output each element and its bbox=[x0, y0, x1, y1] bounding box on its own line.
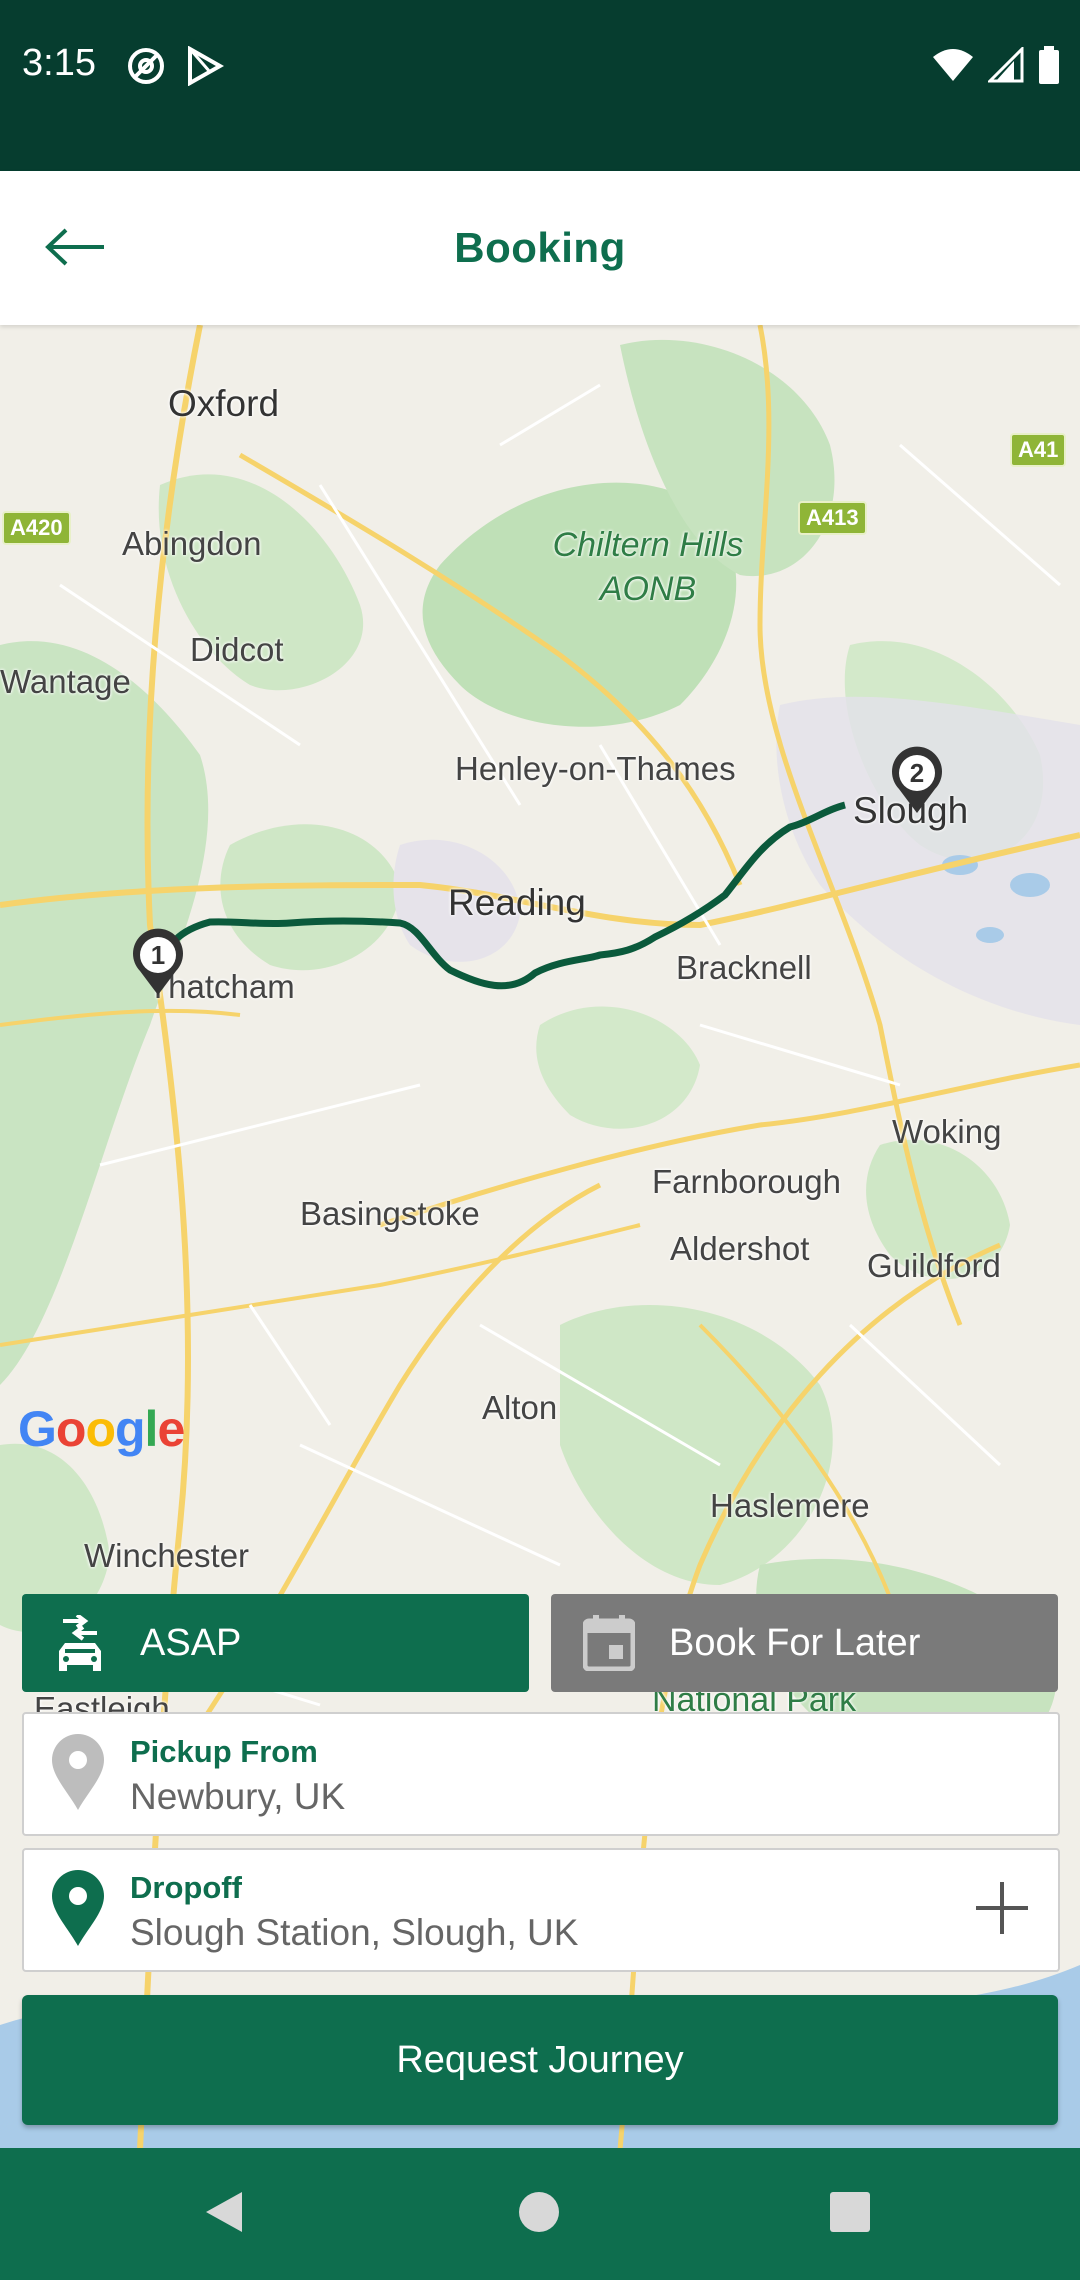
marker-1-icon[interactable]: 1 bbox=[130, 927, 186, 997]
play-store-icon bbox=[186, 45, 225, 91]
dropoff-location-pin-icon bbox=[50, 1868, 106, 1948]
road-shield-a420: A420 bbox=[2, 511, 71, 545]
dropoff-value: Slough Station, Slough, UK bbox=[130, 1912, 579, 1953]
asap-button[interactable]: ASAP bbox=[22, 1594, 529, 1692]
plus-icon[interactable] bbox=[972, 1878, 1032, 1938]
battery-icon bbox=[1038, 46, 1060, 89]
dropoff-field[interactable]: Dropoff Slough Station, Slough, UK bbox=[22, 1848, 1060, 1972]
map-label-farnborough: Farnborough bbox=[652, 1163, 841, 1200]
marker-2-label: 2 bbox=[910, 758, 924, 788]
dropoff-label: Dropoff bbox=[130, 1870, 242, 1905]
back-triangle-icon bbox=[202, 2188, 246, 2241]
cell-signal-icon bbox=[986, 45, 1024, 88]
status-time: 3:15 bbox=[22, 42, 96, 84]
marker-2-icon[interactable]: 2 bbox=[889, 745, 945, 815]
request-journey-button[interactable]: Request Journey bbox=[22, 1995, 1058, 2125]
google-logo: Google bbox=[18, 1401, 185, 1457]
pickup-field[interactable]: Pickup From Newbury, UK bbox=[22, 1712, 1060, 1836]
car-swap-icon bbox=[50, 1613, 110, 1673]
marker-1-label: 1 bbox=[151, 940, 165, 970]
calendar-icon bbox=[579, 1613, 639, 1673]
map-label-henley: Henley-on-Thames bbox=[455, 750, 736, 787]
road-shield-a41: A41 bbox=[1010, 433, 1067, 467]
pickup-location-pin-icon bbox=[50, 1732, 106, 1812]
nav-home-button[interactable] bbox=[503, 2178, 575, 2250]
nav-back-button[interactable] bbox=[188, 2178, 260, 2250]
nav-recents-button[interactable] bbox=[814, 2178, 886, 2250]
asap-label: ASAP bbox=[140, 1621, 242, 1664]
system-nav-bar bbox=[0, 2148, 1080, 2280]
road-shield-a413: A413 bbox=[798, 501, 867, 535]
book-for-later-label: Book For Later bbox=[669, 1621, 921, 1664]
map-label-winchester: Winchester bbox=[84, 1537, 250, 1574]
map-label-guildford: Guildford bbox=[867, 1247, 1001, 1284]
map-label-basingstoke: Basingstoke bbox=[300, 1195, 480, 1232]
at-sign-icon bbox=[126, 46, 166, 91]
back-button[interactable] bbox=[36, 209, 116, 289]
map-label-haslemere: Haslemere bbox=[710, 1487, 870, 1524]
arrow-left-icon bbox=[44, 227, 108, 272]
map-label-wantage: Wantage bbox=[0, 663, 131, 700]
app-bar: Booking bbox=[0, 171, 1080, 325]
status-left-icons bbox=[126, 45, 225, 91]
status-bar: 3:15 bbox=[0, 0, 1080, 171]
map-label-chiltern: Chiltern Hills AONB bbox=[552, 526, 744, 608]
pickup-value: Newbury, UK bbox=[130, 1776, 346, 1817]
map-label-didcot: Didcot bbox=[190, 631, 284, 668]
pickup-label: Pickup From bbox=[130, 1734, 318, 1769]
book-for-later-button[interactable]: Book For Later bbox=[551, 1594, 1058, 1692]
recents-square-icon bbox=[829, 2191, 871, 2238]
home-circle-icon bbox=[517, 2190, 561, 2239]
map-label-oxford: Oxford bbox=[168, 383, 280, 424]
wifi-icon bbox=[932, 47, 974, 88]
map-label-woking: Woking bbox=[892, 1113, 1002, 1150]
page-title: Booking bbox=[454, 224, 626, 271]
map-label-alton: Alton bbox=[482, 1389, 558, 1426]
status-right-icons bbox=[932, 45, 1060, 89]
map-label-bracknell: Bracknell bbox=[676, 949, 812, 986]
map-label-reading: Reading bbox=[448, 882, 586, 923]
map-label-aldershot: Aldershot bbox=[670, 1230, 810, 1267]
map-label-abingdon: Abingdon bbox=[122, 525, 262, 562]
